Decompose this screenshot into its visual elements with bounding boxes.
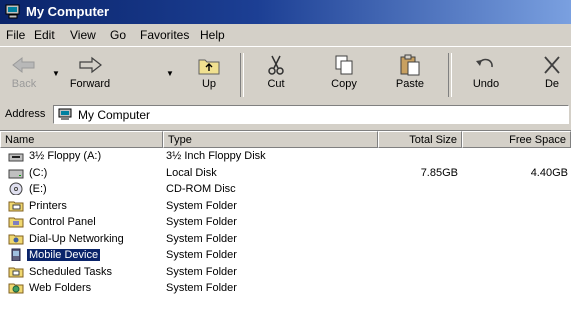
item-name: (E:) — [29, 183, 47, 195]
undo-button[interactable]: Undo — [462, 51, 510, 99]
address-value: My Computer — [78, 108, 151, 122]
item-name: 3½ Floppy (A:) — [29, 150, 102, 162]
item-free-space: 4.40GB — [530, 166, 568, 179]
item-name: Scheduled Tasks — [29, 265, 112, 278]
list-item[interactable]: Printers System Folder — [0, 198, 571, 215]
address-bar: Address My Computer — [0, 103, 571, 127]
column-header-free-space[interactable]: Free Space — [462, 131, 571, 148]
item-total-size: 7.85GB — [420, 166, 458, 179]
item-name-cell: Printers — [8, 199, 69, 213]
item-name-cell: Dial-Up Networking — [8, 232, 126, 246]
item-name-cell: Web Folders — [8, 281, 93, 295]
menu-help[interactable]: Help — [200, 28, 225, 42]
hard-disk-icon — [8, 169, 24, 178]
delete-button[interactable]: De — [528, 51, 571, 99]
item-type: System Folder — [166, 199, 237, 212]
undo-icon — [476, 58, 493, 68]
item-name-cell: (E:) — [8, 182, 49, 196]
my-computer-icon — [58, 108, 72, 120]
item-name: Dial-Up Networking — [29, 232, 124, 245]
item-name-cell: Control Panel — [8, 215, 98, 229]
printers-folder-icon — [8, 201, 24, 211]
scheduled-tasks-folder-icon — [8, 267, 24, 277]
item-type: System Folder — [166, 216, 237, 228]
cut-button[interactable]: Cut — [252, 51, 300, 99]
column-header-type[interactable]: Type — [163, 131, 378, 148]
file-list-view[interactable]: Name Type Total Size Free Space 3½ Flopp… — [0, 130, 571, 320]
toolbar-separator — [240, 53, 244, 97]
item-type: CD-ROM Disc — [166, 183, 236, 195]
item-name: Mobile Device — [27, 249, 101, 261]
delete-icon — [544, 56, 560, 74]
menu-view[interactable]: View — [70, 28, 96, 42]
item-type: System Folder — [166, 282, 237, 294]
item-type: 3½ Inch Floppy Disk — [166, 150, 266, 162]
toolbar-separator — [448, 53, 452, 97]
my-computer-window: My Computer File Edit View Go Favorites … — [0, 0, 571, 320]
my-computer-icon — [5, 4, 20, 19]
menu-file[interactable]: File — [6, 28, 25, 42]
clipboard-icon — [400, 54, 420, 76]
up-folder-icon — [198, 59, 220, 75]
list-item[interactable]: Dial-Up Networking System Folder — [0, 231, 571, 248]
list-item[interactable]: (C:) Local Disk 7.85GB 4.40GB — [0, 165, 571, 182]
dial-up-networking-icon — [8, 234, 24, 244]
scissors-icon — [268, 55, 284, 75]
menu-go[interactable]: Go — [110, 28, 126, 42]
item-name: (C:) — [29, 166, 48, 179]
standard-toolbar: Back ▼ Forward ▼ Up Cut Copy Paste Undo … — [0, 46, 571, 104]
item-type: System Folder — [166, 265, 237, 278]
window-title: My Computer — [26, 4, 110, 19]
address-label: Address — [5, 108, 46, 120]
forward-arrow-icon — [79, 56, 102, 74]
web-folders-icon — [8, 283, 24, 294]
floppy-drive-icon — [8, 153, 24, 162]
forward-dropdown-arrow-icon[interactable]: ▼ — [166, 69, 174, 78]
item-type: System Folder — [166, 232, 237, 245]
item-name-cell: Scheduled Tasks — [8, 265, 114, 279]
list-item[interactable]: 3½ Floppy (A:) 3½ Inch Floppy Disk — [0, 148, 571, 165]
column-header-total-size[interactable]: Total Size — [378, 131, 462, 148]
file-list-rows: 3½ Floppy (A:) 3½ Inch Floppy Disk (C:) Loc… — [0, 148, 571, 297]
menu-edit[interactable]: Edit — [34, 28, 55, 42]
up-button[interactable]: Up — [188, 51, 230, 99]
item-type: Local Disk — [166, 166, 217, 179]
back-arrow-icon — [12, 56, 35, 74]
list-item[interactable]: Control Panel System Folder — [0, 214, 571, 231]
back-button[interactable]: Back — [4, 51, 44, 99]
item-name: Control Panel — [29, 216, 96, 228]
paste-button[interactable]: Paste — [386, 51, 434, 99]
menu-bar: File Edit View Go Favorites Help — [0, 24, 571, 46]
item-name: Printers — [29, 199, 67, 212]
list-item[interactable]: Scheduled Tasks System Folder — [0, 264, 571, 281]
list-item[interactable]: (E:) CD-ROM Disc — [0, 181, 571, 198]
item-type: System Folder — [166, 249, 237, 261]
column-header-name[interactable]: Name — [0, 131, 163, 148]
copy-button[interactable]: Copy — [320, 51, 368, 99]
menu-favorites[interactable]: Favorites — [140, 28, 189, 42]
forward-button[interactable]: Forward — [62, 51, 118, 99]
item-name-cell: Mobile Device — [8, 248, 101, 262]
address-field[interactable]: My Computer — [53, 105, 569, 124]
item-name: Web Folders — [29, 282, 92, 294]
mobile-device-icon — [11, 248, 21, 261]
column-headers: Name Type Total Size Free Space — [0, 131, 571, 148]
list-item[interactable]: Web Folders System Folder — [0, 280, 571, 297]
item-name-cell: 3½ Floppy (A:) — [8, 149, 103, 163]
control-panel-folder-icon — [8, 217, 24, 228]
copy-icon — [335, 55, 353, 75]
list-item[interactable]: Mobile Device System Folder — [0, 247, 571, 264]
cd-rom-icon — [9, 182, 23, 195]
item-name-cell: (C:) — [8, 166, 49, 180]
title-bar[interactable]: My Computer — [0, 0, 571, 24]
back-dropdown-arrow-icon[interactable]: ▼ — [52, 69, 60, 78]
